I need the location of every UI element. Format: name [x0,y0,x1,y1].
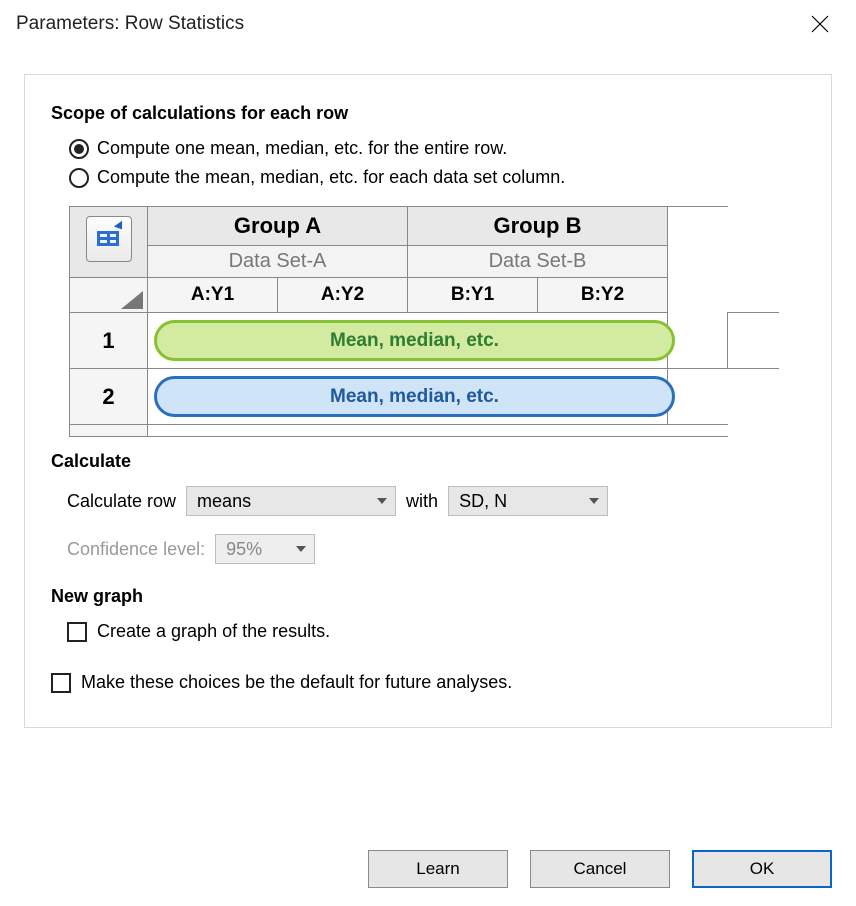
column-header: A:Y1 [148,278,278,313]
combo-value: 95% [226,539,262,560]
column-header: B:Y2 [538,278,668,313]
button-bar: Learn Cancel OK [368,850,832,888]
with-label: with [406,491,438,512]
close-icon [811,15,829,33]
illustration-table: Group A Group B Data Set-A Data Set-B A:… [69,206,779,437]
calculate-row-label: Calculate row [67,491,176,512]
row-number: 1 [70,313,148,369]
confidence-row: Confidence level: 95% [51,532,805,580]
pill-label: Mean, median, etc. [154,376,675,417]
dataset-header: Data Set-A [148,246,408,278]
ok-button[interactable]: OK [692,850,832,888]
calculate-row: Calculate row means with SD, N [51,484,805,532]
scope-option-entire-row[interactable]: Compute one mean, median, etc. for the e… [51,134,805,163]
with-combo[interactable]: SD, N [448,486,608,516]
radio-icon [69,168,89,188]
newgraph-heading: New graph [51,586,805,607]
confidence-label: Confidence level: [67,539,205,560]
pill-label: Mean, median, etc. [154,320,675,361]
cancel-button[interactable]: Cancel [530,850,670,888]
radio-icon [69,139,89,159]
dialog-title: Parameters: Row Statistics [16,13,244,35]
table-corner-button[interactable] [70,207,148,278]
group-header: Group A [148,207,408,246]
column-header: B:Y1 [408,278,538,313]
chevron-down-icon [296,546,306,552]
row-pill-1: Mean, median, etc. [148,313,668,369]
scope-option-label: Compute one mean, median, etc. for the e… [97,138,507,159]
titlebar: Parameters: Row Statistics [0,0,856,46]
make-default-checkbox[interactable]: Make these choices be the default for fu… [51,668,805,697]
create-graph-checkbox[interactable]: Create a graph of the results. [51,617,805,646]
calculate-row-combo[interactable]: means [186,486,396,516]
learn-button[interactable]: Learn [368,850,508,888]
confidence-combo: 95% [215,534,315,564]
create-graph-label: Create a graph of the results. [97,621,330,642]
dialog-window: Parameters: Row Statistics Scope of calc… [0,0,856,906]
row-pill-2: Mean, median, etc. [148,369,668,425]
close-button[interactable] [800,8,840,40]
grid-icon [86,216,132,262]
chevron-down-icon [377,498,387,504]
column-header: A:Y2 [278,278,408,313]
checkbox-icon [51,673,71,693]
triangle-corner [70,278,148,313]
row-number: 2 [70,369,148,425]
scope-option-label: Compute the mean, median, etc. for each … [97,167,565,188]
combo-value: means [197,491,251,512]
chevron-down-icon [589,498,599,504]
torn-edge [783,206,809,437]
scope-heading: Scope of calculations for each row [51,103,805,124]
make-default-label: Make these choices be the default for fu… [81,672,512,693]
scope-illustration: Group A Group B Data Set-A Data Set-B A:… [69,206,805,437]
scope-option-per-column[interactable]: Compute the mean, median, etc. for each … [51,163,805,192]
dataset-header: Data Set-B [408,246,668,278]
calculate-heading: Calculate [51,451,805,472]
group-header: Group B [408,207,668,246]
checkbox-icon [67,622,87,642]
dialog-content: Scope of calculations for each row Compu… [24,74,832,728]
combo-value: SD, N [459,491,507,512]
